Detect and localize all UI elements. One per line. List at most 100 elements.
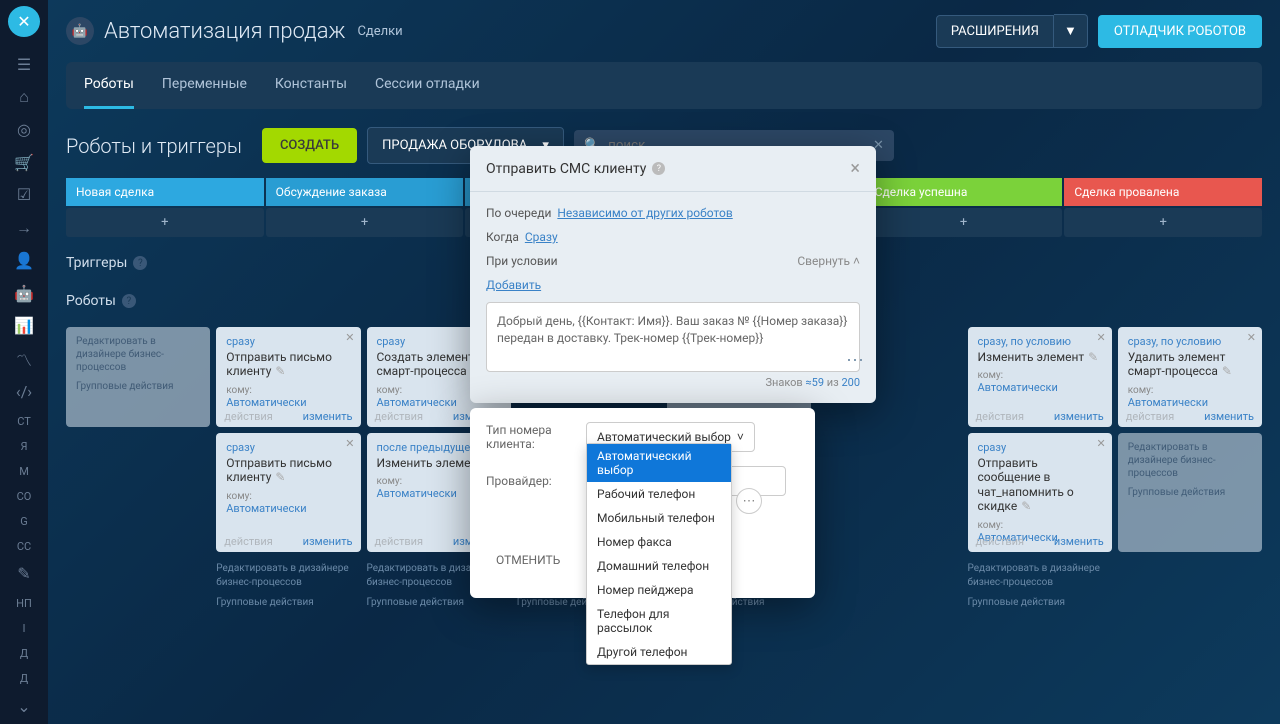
group-actions-link[interactable]: Групповые действия bbox=[968, 596, 1112, 610]
dropdown-option[interactable]: Другой телефон bbox=[587, 640, 731, 664]
left-sidebar: ✕ ☰ ⌂ ◎ 🛒 ☑ → 👤 🤖 📊 〽 ‹/› СТ Я М СО G СС… bbox=[0, 0, 48, 724]
page-subtitle[interactable]: Сделки bbox=[357, 24, 402, 39]
close-icon[interactable]: ✕ bbox=[1097, 437, 1106, 450]
robot-card[interactable]: ✕ сразу Отправить сообщение в чат_напомн… bbox=[968, 433, 1112, 552]
designer-link[interactable]: Редактировать в дизайнере бизнес-процесс… bbox=[76, 335, 200, 374]
edit-icon[interactable]: ✎ bbox=[1088, 350, 1098, 364]
phone-type-label: Тип номера клиента: bbox=[486, 423, 586, 451]
main-tabs: Роботы Переменные Константы Сессии отлад… bbox=[66, 62, 1262, 109]
cancel-button[interactable]: ОТМЕНИТЬ bbox=[486, 544, 570, 576]
flow-icon[interactable]: → bbox=[8, 212, 40, 243]
chart-icon[interactable]: 📊 bbox=[8, 310, 40, 341]
robot-icon[interactable]: 🤖 bbox=[8, 278, 40, 309]
edit-icon[interactable]: ✎ bbox=[1222, 364, 1232, 378]
help-icon[interactable]: ? bbox=[133, 256, 147, 270]
create-button[interactable]: СОЗДАТЬ bbox=[262, 128, 357, 163]
chevron-down-icon: ˅ bbox=[737, 430, 744, 444]
page-title: Автоматизация продаж bbox=[104, 19, 345, 44]
home-icon[interactable]: ⌂ bbox=[8, 81, 40, 112]
nav-i[interactable]: І bbox=[8, 616, 40, 641]
close-panel-button[interactable]: ✕ bbox=[8, 6, 40, 37]
pen-icon[interactable]: ✎ bbox=[8, 559, 40, 590]
stage-discuss[interactable]: Обсуждение заказа bbox=[266, 178, 464, 206]
extensions-button[interactable]: РАСШИРЕНИЯ bbox=[936, 15, 1054, 48]
add-stage-button[interactable]: + bbox=[66, 208, 264, 237]
nav-np[interactable]: НП bbox=[8, 591, 40, 616]
char-counter: Знаков ≈59 из 200 bbox=[486, 376, 860, 389]
target-icon[interactable]: ◎ bbox=[8, 114, 40, 145]
when-row: Когда Сразу bbox=[486, 230, 860, 244]
extensions-dropdown[interactable]: ▼ bbox=[1054, 14, 1088, 48]
collapse-link[interactable]: Свернуть ˄ bbox=[797, 254, 860, 268]
nav-m[interactable]: М bbox=[8, 459, 40, 484]
close-icon[interactable]: ✕ bbox=[1097, 331, 1106, 344]
queue-row: По очереди Независимо от других роботов bbox=[486, 206, 860, 220]
tab-variables[interactable]: Переменные bbox=[162, 62, 247, 109]
section-title: Роботы и триггеры bbox=[66, 134, 242, 158]
sms-robot-modal: Отправить СМС клиенту? × По очереди Неза… bbox=[470, 146, 876, 403]
message-textarea[interactable]: Добрый день, {{Контакт: Имя}}. Ваш заказ… bbox=[486, 302, 860, 372]
designer-link[interactable]: Редактировать в дизайнере бизнес-процесс… bbox=[216, 562, 360, 590]
close-icon[interactable]: ✕ bbox=[1247, 331, 1256, 344]
dropdown-option[interactable]: Рабочий телефон bbox=[587, 482, 731, 506]
modal-title: Отправить СМС клиенту? bbox=[486, 161, 665, 177]
group-actions-link[interactable]: Групповые действия bbox=[216, 596, 360, 610]
group-actions-link[interactable]: Групповые действия bbox=[76, 380, 200, 393]
edit-icon[interactable]: ✎ bbox=[275, 364, 285, 378]
phone-type-dropdown: Автоматический выбор Рабочий телефон Моб… bbox=[586, 443, 732, 665]
code-icon[interactable]: ‹/› bbox=[8, 376, 40, 407]
filter-icon[interactable]: ☰ bbox=[8, 49, 40, 80]
hint-card: Редактировать в дизайнере бизнес-процесс… bbox=[1118, 433, 1262, 552]
robot-card[interactable]: ✕ сразу Отправить письмо клиенту✎ кому: … bbox=[216, 433, 360, 552]
stage-success[interactable]: Сделка успешна bbox=[865, 178, 1063, 206]
dropdown-option[interactable]: Номер факса bbox=[587, 530, 731, 554]
more-icon[interactable]: ⋯ bbox=[736, 488, 762, 514]
tab-sessions[interactable]: Сессии отладки bbox=[375, 62, 480, 109]
hint-card: Редактировать в дизайнере бизнес-процесс… bbox=[66, 327, 210, 427]
modal-close-icon[interactable]: × bbox=[850, 158, 860, 179]
check-icon[interactable]: ☑ bbox=[8, 180, 40, 211]
edit-icon[interactable]: ✎ bbox=[275, 470, 285, 484]
when-link[interactable]: Сразу bbox=[525, 230, 558, 244]
dropdown-option[interactable]: Автоматический выбор bbox=[587, 444, 731, 482]
more-icon[interactable]: ⋯ bbox=[846, 350, 864, 371]
nav-d1[interactable]: Д bbox=[8, 641, 40, 666]
add-stage-button[interactable]: + bbox=[1064, 208, 1262, 237]
queue-link[interactable]: Независимо от других роботов bbox=[557, 206, 732, 220]
robot-card[interactable]: ✕ сразу, по условию Изменить элемент✎ ко… bbox=[968, 327, 1112, 427]
dropdown-option[interactable]: Телефон для рассылок bbox=[587, 602, 731, 640]
cart-icon[interactable]: 🛒 bbox=[8, 147, 40, 178]
designer-link[interactable]: Редактировать в дизайнере бизнес-процесс… bbox=[968, 562, 1112, 590]
robot-header-icon: 🤖 bbox=[66, 17, 94, 45]
edit-icon[interactable]: ✎ bbox=[1021, 499, 1031, 513]
tab-robots[interactable]: Роботы bbox=[84, 62, 134, 109]
nav-ct[interactable]: СТ bbox=[8, 409, 40, 434]
debug-button[interactable]: ОТЛАДЧИК РОБОТОВ bbox=[1098, 15, 1262, 48]
dropdown-option[interactable]: Номер пейджера bbox=[587, 578, 731, 602]
page-header: 🤖 Автоматизация продаж Сделки РАСШИРЕНИЯ… bbox=[66, 14, 1262, 48]
condition-row: При условииСвернуть ˄ bbox=[486, 254, 860, 268]
help-icon[interactable]: ? bbox=[652, 162, 665, 175]
down-icon[interactable]: ⌄ bbox=[8, 691, 40, 722]
add-stage-button[interactable]: + bbox=[865, 208, 1063, 237]
analytics-icon[interactable]: 〽 bbox=[8, 343, 40, 374]
dropdown-option[interactable]: Домашний телефон bbox=[587, 554, 731, 578]
stage-fail[interactable]: Сделка провалена bbox=[1064, 178, 1262, 206]
dropdown-option[interactable]: Мобильный телефон bbox=[587, 506, 731, 530]
add-condition-link[interactable]: Добавить bbox=[486, 278, 541, 292]
contacts-icon[interactable]: 👤 bbox=[8, 245, 40, 276]
nav-cc[interactable]: СС bbox=[8, 534, 40, 559]
tab-constants[interactable]: Константы bbox=[275, 62, 347, 109]
provider-label: Провайдер: bbox=[486, 474, 586, 488]
nav-d2[interactable]: Д bbox=[8, 666, 40, 691]
nav-g[interactable]: G bbox=[8, 509, 40, 534]
stage-new[interactable]: Новая сделка bbox=[66, 178, 264, 206]
add-stage-button[interactable]: + bbox=[266, 208, 464, 237]
close-icon[interactable]: ✕ bbox=[345, 437, 354, 450]
robot-card[interactable]: ✕ сразу Отправить письмо клиенту✎ кому: … bbox=[216, 327, 360, 427]
nav-co[interactable]: СО bbox=[8, 484, 40, 509]
nav-ya[interactable]: Я bbox=[8, 434, 40, 459]
close-icon[interactable]: ✕ bbox=[345, 331, 354, 344]
help-icon[interactable]: ? bbox=[122, 294, 136, 308]
robot-card[interactable]: ✕ сразу, по условию Удалить элемент смар… bbox=[1118, 327, 1262, 427]
